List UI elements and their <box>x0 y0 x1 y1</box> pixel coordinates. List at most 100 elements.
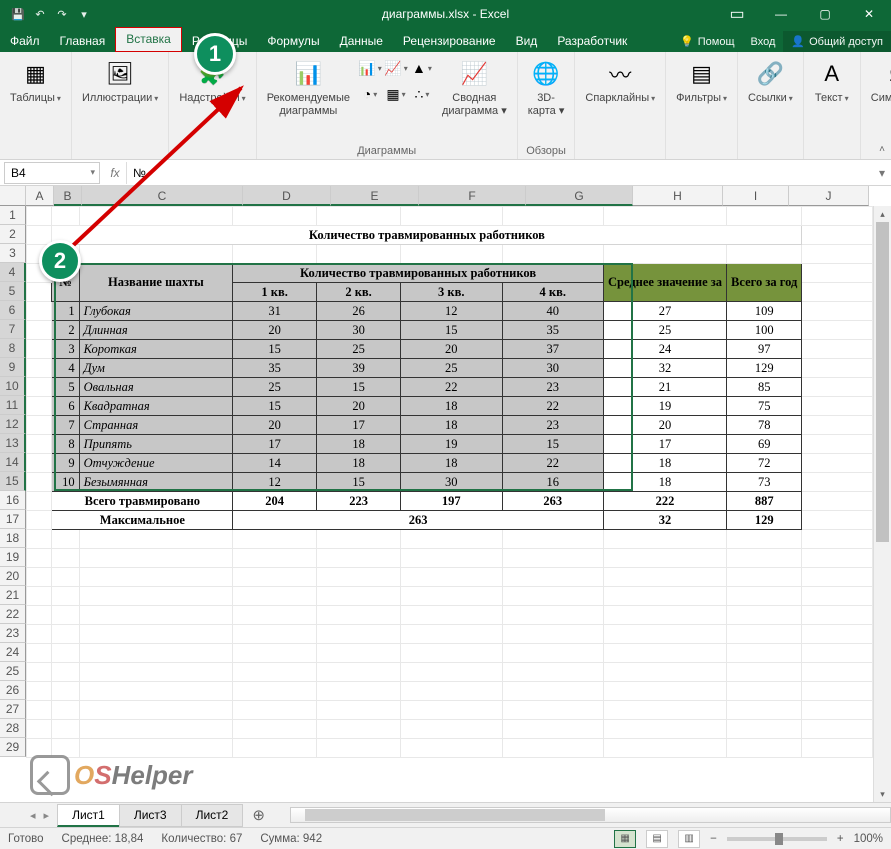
tab-home[interactable]: Главная <box>50 30 116 52</box>
map3d-button[interactable]: 🌐3D- карта ▾ <box>524 56 569 119</box>
sheet-tab-Лист3[interactable]: Лист3 <box>119 804 182 827</box>
illustrations-button[interactable]: 🖼Иллюстрации <box>78 56 162 107</box>
horizontal-scrollbar[interactable] <box>290 807 891 823</box>
row-header-4[interactable]: 4 <box>0 263 26 282</box>
row-header-8[interactable]: 8 <box>0 339 26 358</box>
zoom-in-button[interactable]: + <box>837 833 844 845</box>
bar-chart-icon[interactable]: 📊 <box>358 56 382 80</box>
row-header-6[interactable]: 6 <box>0 301 26 320</box>
area-chart-icon[interactable]: ▲ <box>410 56 434 80</box>
row-header-5[interactable]: 5 <box>0 282 26 301</box>
sheet-nav-prev-icon[interactable]: ◂ <box>30 809 36 822</box>
sheet-tab-Лист1[interactable]: Лист1 <box>57 804 120 827</box>
view-page-break-button[interactable]: ▥ <box>678 830 700 848</box>
col-header-H[interactable]: H <box>633 186 723 206</box>
ribbon-options-icon[interactable]: ▭ <box>715 0 759 28</box>
row-header-3[interactable]: 3 <box>0 244 26 263</box>
row-header-21[interactable]: 21 <box>0 586 26 605</box>
row-header-13[interactable]: 13 <box>0 434 26 453</box>
filters-button[interactable]: ▤Фильтры <box>672 56 731 107</box>
col-header-F[interactable]: F <box>419 186 526 206</box>
watermark-icon <box>30 755 70 795</box>
formula-input[interactable]: № <box>126 162 873 184</box>
minimize-button[interactable]: — <box>759 0 803 28</box>
row-header-27[interactable]: 27 <box>0 700 26 719</box>
recommended-charts-button[interactable]: 📊Рекомендуемые диаграммы <box>263 56 354 119</box>
collapse-ribbon-icon[interactable]: ˄ <box>879 144 885 155</box>
zoom-slider[interactable] <box>727 837 827 841</box>
row-header-28[interactable]: 28 <box>0 719 26 738</box>
row-header-25[interactable]: 25 <box>0 662 26 681</box>
tab-insert[interactable]: Вставка <box>116 28 181 51</box>
sign-in[interactable]: Вход <box>743 32 784 52</box>
pie-chart-icon[interactable]: ◔ <box>358 82 382 106</box>
row-header-2[interactable]: 2 <box>0 225 26 244</box>
qat-more-icon[interactable]: ▾ <box>76 6 92 22</box>
add-sheet-button[interactable]: ⊕ <box>242 806 275 824</box>
col-header-D[interactable]: D <box>243 186 331 206</box>
col-header-A[interactable]: A <box>26 186 54 206</box>
cells-area[interactable]: Количество травмированных работников№Наз… <box>26 206 873 784</box>
row-header-10[interactable]: 10 <box>0 377 26 396</box>
row-header-23[interactable]: 23 <box>0 624 26 643</box>
col-header-B[interactable]: B <box>54 186 82 206</box>
qat-undo-icon[interactable]: ↶ <box>32 6 48 22</box>
row-header-16[interactable]: 16 <box>0 491 26 510</box>
tab-data[interactable]: Данные <box>330 30 393 52</box>
row-header-29[interactable]: 29 <box>0 738 26 757</box>
qat-save-icon[interactable]: 💾 <box>10 6 26 22</box>
symbols-button[interactable]: ΩСимволы <box>867 56 891 107</box>
zoom-level[interactable]: 100% <box>854 833 883 845</box>
tables-button[interactable]: ▦Таблицы <box>6 56 65 107</box>
select-all-button[interactable] <box>0 186 26 206</box>
row-header-11[interactable]: 11 <box>0 396 26 415</box>
tab-review[interactable]: Рецензирование <box>393 30 506 52</box>
sheet-nav-next-icon[interactable]: ▸ <box>44 809 50 822</box>
row-header-9[interactable]: 9 <box>0 358 26 377</box>
row-header-24[interactable]: 24 <box>0 643 26 662</box>
restore-button[interactable]: ▢ <box>803 0 847 28</box>
vertical-scrollbar[interactable]: ▴▾ <box>873 206 891 802</box>
view-normal-button[interactable]: ▦ <box>614 830 636 848</box>
row-header-17[interactable]: 17 <box>0 510 26 529</box>
qat-redo-icon[interactable]: ↷ <box>54 6 70 22</box>
col-header-J[interactable]: J <box>789 186 869 206</box>
row-header-15[interactable]: 15 <box>0 472 26 491</box>
close-button[interactable]: ✕ <box>847 0 891 28</box>
tab-view[interactable]: Вид <box>506 30 548 52</box>
fx-icon[interactable]: fx <box>104 166 126 180</box>
line-chart-icon[interactable]: 📈 <box>384 56 408 80</box>
row-header-1[interactable]: 1 <box>0 206 26 225</box>
status-sum: Сумма: 942 <box>260 833 322 845</box>
row-header-18[interactable]: 18 <box>0 529 26 548</box>
col-header-G[interactable]: G <box>526 186 633 206</box>
row-header-14[interactable]: 14 <box>0 453 26 472</box>
tell-me[interactable]: 💡 Помощ <box>672 31 742 52</box>
row-header-20[interactable]: 20 <box>0 567 26 586</box>
row-header-7[interactable]: 7 <box>0 320 26 339</box>
expand-formula-icon[interactable]: ▾ <box>873 166 891 180</box>
col-header-E[interactable]: E <box>331 186 419 206</box>
row-header-22[interactable]: 22 <box>0 605 26 624</box>
globe-icon: 🌐 <box>530 58 562 90</box>
pivot-chart-button[interactable]: 📈Сводная диаграмма ▾ <box>438 56 511 119</box>
col-header-I[interactable]: I <box>723 186 789 206</box>
annotation-badge-2: 2 <box>39 240 81 282</box>
row-header-26[interactable]: 26 <box>0 681 26 700</box>
view-page-layout-button[interactable]: ▤ <box>646 830 668 848</box>
tab-formulas[interactable]: Формулы <box>257 30 329 52</box>
links-button[interactable]: 🔗Ссылки <box>744 56 797 107</box>
row-header-19[interactable]: 19 <box>0 548 26 567</box>
share-button[interactable]: 👤 Общий доступ <box>783 31 891 52</box>
tab-developer[interactable]: Разработчик <box>547 30 637 52</box>
col-header-C[interactable]: C <box>82 186 243 206</box>
hier-chart-icon[interactable]: ▦ <box>384 82 408 106</box>
row-header-12[interactable]: 12 <box>0 415 26 434</box>
sheet-tab-Лист2[interactable]: Лист2 <box>181 804 244 827</box>
tab-file[interactable]: Файл <box>0 30 50 52</box>
scatter-chart-icon[interactable]: ∴ <box>410 82 434 106</box>
text-button[interactable]: AТекст <box>810 56 854 107</box>
sparklines-button[interactable]: 〰Спарклайны <box>581 56 659 107</box>
name-box[interactable]: B4 <box>4 162 100 184</box>
zoom-out-button[interactable]: − <box>710 833 717 845</box>
